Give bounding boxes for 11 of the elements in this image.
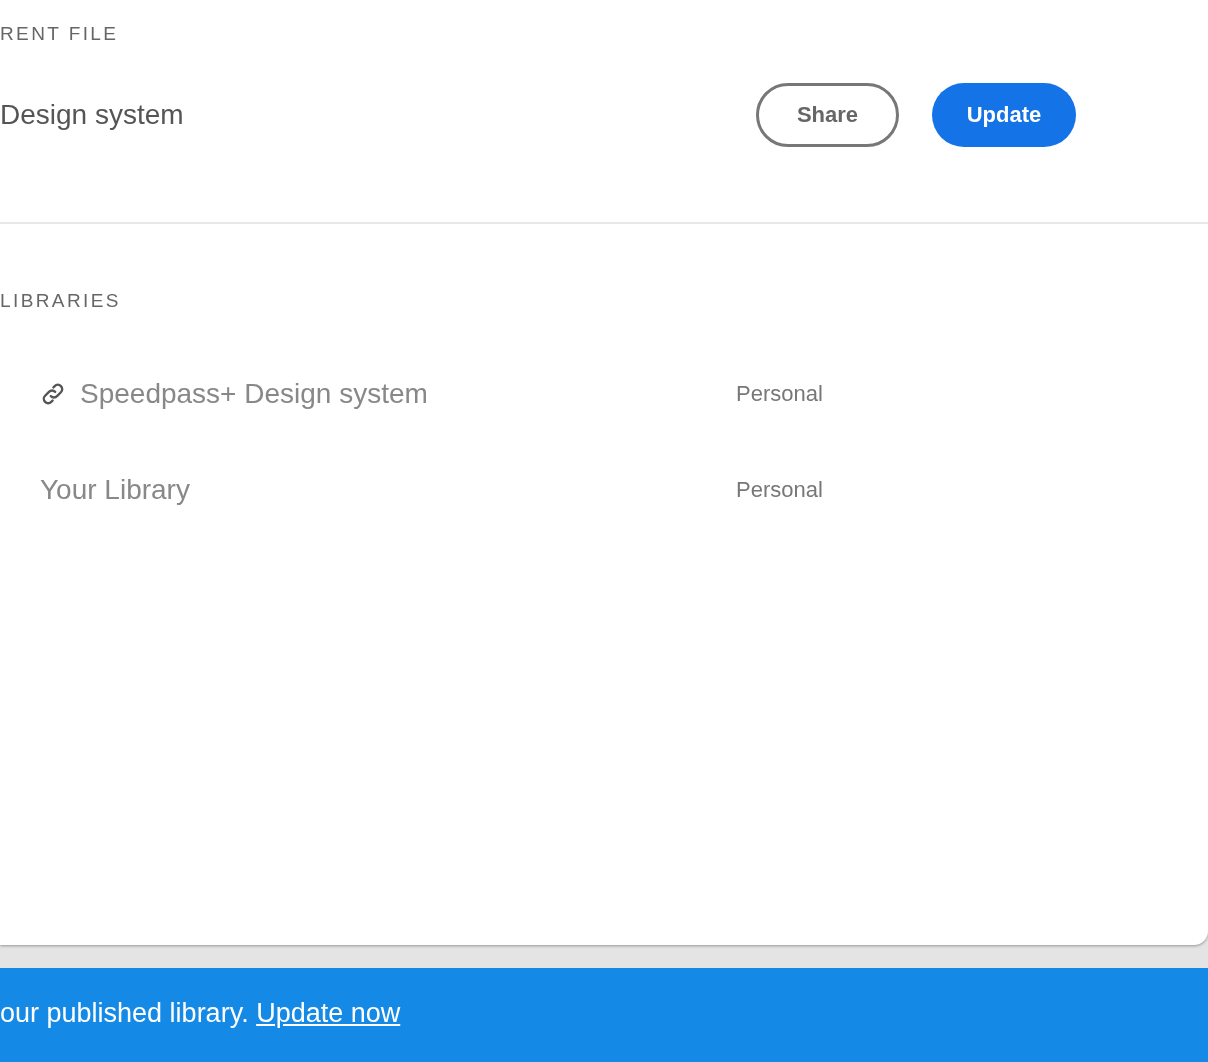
- library-owner: Personal: [736, 381, 823, 407]
- section-heading: LIBRARIES: [0, 289, 121, 313]
- update-now-link[interactable]: Update now: [256, 997, 401, 1028]
- update-button[interactable]: Update: [932, 83, 1076, 147]
- share-button[interactable]: Share: [756, 83, 899, 147]
- library-owner: Personal: [736, 477, 823, 503]
- section-heading: RENT FILE: [0, 22, 119, 46]
- library-name[interactable]: Your Library: [40, 474, 190, 506]
- banner-message: our published library. Update now: [0, 997, 401, 1030]
- library-name[interactable]: Speedpass+ Design system: [80, 378, 428, 410]
- file-name: Design system: [0, 99, 185, 131]
